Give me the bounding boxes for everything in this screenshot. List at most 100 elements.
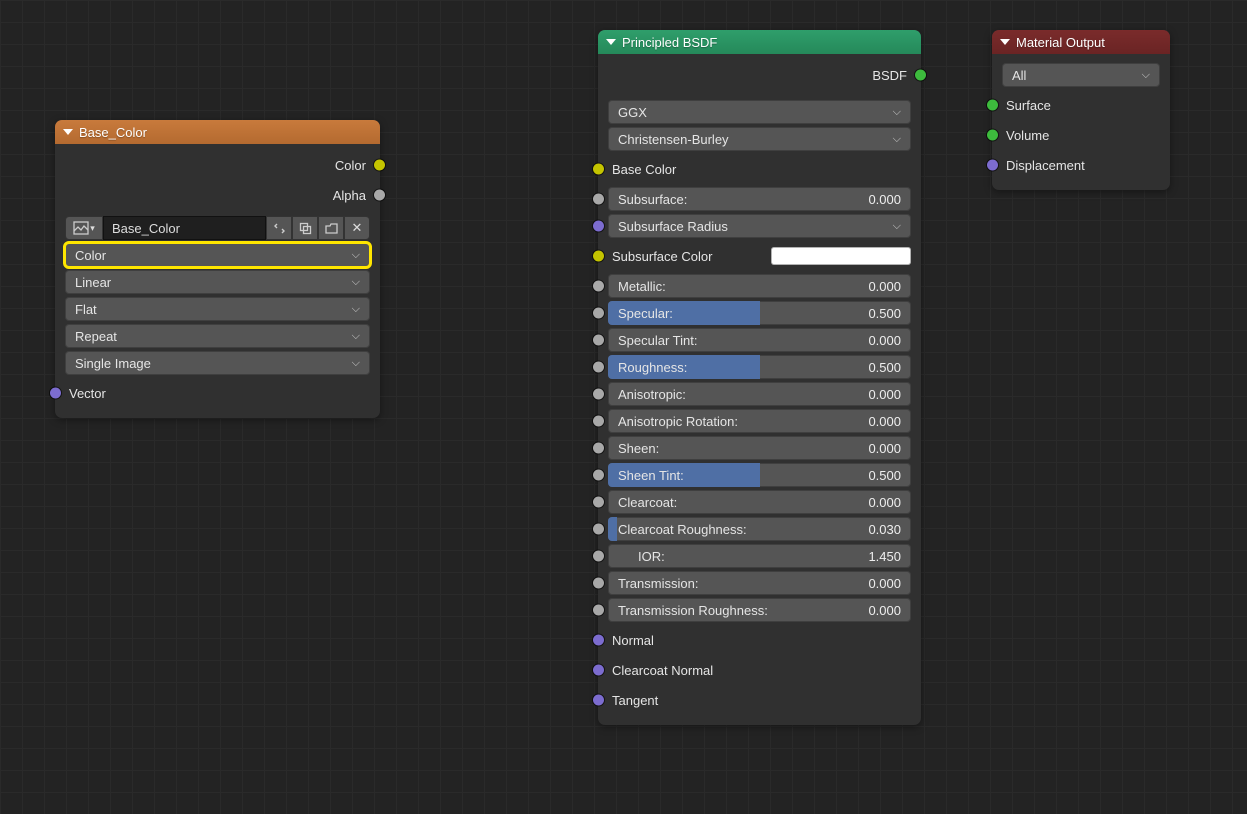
image-datablock-icon[interactable]: ▾: [65, 216, 103, 240]
slider-value: 0.500: [868, 360, 901, 375]
interpolation-dropdown[interactable]: Linear ⌵: [65, 270, 370, 294]
extension-dropdown[interactable]: Repeat ⌵: [65, 324, 370, 348]
input-socket[interactable]: [593, 443, 604, 454]
chevron-down-icon: ⌵: [893, 133, 901, 146]
input-socket[interactable]: [593, 497, 604, 508]
input-label: Subsurface Color: [608, 249, 716, 264]
input-label: Tangent: [608, 693, 662, 708]
value-slider[interactable]: Sheen Tint:0.500: [608, 463, 911, 487]
input-socket[interactable]: [593, 524, 604, 535]
slider-value: 0.000: [868, 495, 901, 510]
color-swatch[interactable]: [771, 247, 911, 265]
chevron-down-icon: ⌵: [352, 330, 360, 343]
input-socket[interactable]: [593, 251, 604, 262]
slider-value: 0.500: [868, 306, 901, 321]
collapse-icon[interactable]: [63, 129, 73, 135]
slider-value: 0.030: [868, 522, 901, 537]
input-socket[interactable]: [593, 335, 604, 346]
output-alpha-label: Alpha: [329, 188, 370, 203]
remove-button[interactable]: ✕: [344, 216, 370, 240]
slider-value: 0.000: [868, 441, 901, 456]
image-name-field[interactable]: Base_Color: [103, 216, 266, 240]
add-new-button[interactable]: [292, 216, 318, 240]
value-slider[interactable]: Specular:0.500: [608, 301, 911, 325]
value-slider[interactable]: Anisotropic:0.000: [608, 382, 911, 406]
input-label: Surface: [1002, 98, 1055, 113]
input-socket[interactable]: [593, 389, 604, 400]
input-socket[interactable]: [987, 130, 998, 141]
alpha-output-socket[interactable]: [374, 190, 385, 201]
principled-bsdf-node[interactable]: Principled BSDF BSDF GGX ⌵ Christensen-B…: [598, 30, 921, 725]
input-socket[interactable]: [593, 362, 604, 373]
input-label: Volume: [1002, 128, 1053, 143]
value-slider[interactable]: Transmission:0.000: [608, 571, 911, 595]
input-socket[interactable]: [593, 605, 604, 616]
chevron-down-icon: ⌵: [893, 106, 901, 119]
input-socket[interactable]: [593, 470, 604, 481]
bsdf-output-socket[interactable]: [915, 70, 926, 81]
projection-dropdown[interactable]: Flat ⌵: [65, 297, 370, 321]
slider-value: 0.000: [868, 603, 901, 618]
value-slider[interactable]: Roughness:0.500: [608, 355, 911, 379]
node-title: Material Output: [1016, 35, 1105, 50]
slider-value: 0.000: [868, 279, 901, 294]
input-socket[interactable]: [593, 551, 604, 562]
value-slider[interactable]: Anisotropic Rotation:0.000: [608, 409, 911, 433]
input-label: Base Color: [608, 162, 680, 177]
input-socket[interactable]: [593, 308, 604, 319]
chevron-down-icon: ⌵: [1142, 69, 1150, 82]
image-texture-node[interactable]: Base_Color Color Alpha ▾ Base_Color: [55, 120, 380, 418]
material-output-node[interactable]: Material Output All ⌵ Surface Volume Displ…: [992, 30, 1170, 190]
input-socket[interactable]: [593, 221, 604, 232]
input-socket[interactable]: [987, 160, 998, 171]
value-slider[interactable]: Clearcoat:0.000: [608, 490, 911, 514]
colorspace-dropdown[interactable]: Color ⌵: [65, 243, 370, 267]
output-color-label: Color: [331, 158, 370, 173]
node-header[interactable]: Principled BSDF: [598, 30, 921, 54]
value-slider[interactable]: Specular Tint:0.000: [608, 328, 911, 352]
chevron-down-icon: ⌵: [352, 249, 360, 262]
slider-value: 0.000: [868, 333, 901, 348]
input-socket[interactable]: [593, 578, 604, 589]
input-socket[interactable]: [593, 665, 604, 676]
chevron-down-icon: ⌵: [893, 220, 901, 233]
input-socket[interactable]: [593, 281, 604, 292]
slider-value: 0.000: [868, 387, 901, 402]
image-mode-dropdown[interactable]: Single Image ⌵: [65, 351, 370, 375]
bsdf-output-label: BSDF: [868, 68, 911, 83]
node-header[interactable]: Base_Color: [55, 120, 380, 144]
slider-value: 0.500: [868, 468, 901, 483]
slider-value: 0.000: [868, 414, 901, 429]
color-output-socket[interactable]: [374, 160, 385, 171]
input-dropdown[interactable]: Subsurface Radius⌵: [608, 214, 911, 238]
vector-input-socket[interactable]: [50, 388, 61, 399]
value-slider[interactable]: Transmission Roughness:0.000: [608, 598, 911, 622]
chevron-down-icon: ⌵: [352, 276, 360, 289]
input-label: Clearcoat Normal: [608, 663, 717, 678]
value-slider[interactable]: Sheen:0.000: [608, 436, 911, 460]
input-socket[interactable]: [593, 194, 604, 205]
slider-value: 0.000: [868, 576, 901, 591]
subsurface-method-dropdown[interactable]: Christensen-Burley ⌵: [608, 127, 911, 151]
value-slider[interactable]: Subsurface:0.000: [608, 187, 911, 211]
input-socket[interactable]: [987, 100, 998, 111]
value-slider[interactable]: Clearcoat Roughness:0.030: [608, 517, 911, 541]
unlink-button[interactable]: [266, 216, 292, 240]
target-dropdown[interactable]: All ⌵: [1002, 63, 1160, 87]
chevron-down-icon: ⌵: [352, 303, 360, 316]
value-slider[interactable]: IOR:1.450: [608, 544, 911, 568]
open-button[interactable]: [318, 216, 344, 240]
vector-input-label: Vector: [65, 386, 110, 401]
input-socket[interactable]: [593, 695, 604, 706]
input-label: Displacement: [1002, 158, 1089, 173]
distribution-dropdown[interactable]: GGX ⌵: [608, 100, 911, 124]
input-socket[interactable]: [593, 635, 604, 646]
node-header[interactable]: Material Output: [992, 30, 1170, 54]
input-label: Normal: [608, 633, 658, 648]
input-socket[interactable]: [593, 416, 604, 427]
input-socket[interactable]: [593, 164, 604, 175]
collapse-icon[interactable]: [606, 39, 616, 45]
value-slider[interactable]: Metallic:0.000: [608, 274, 911, 298]
slider-value: 0.000: [868, 192, 901, 207]
collapse-icon[interactable]: [1000, 39, 1010, 45]
